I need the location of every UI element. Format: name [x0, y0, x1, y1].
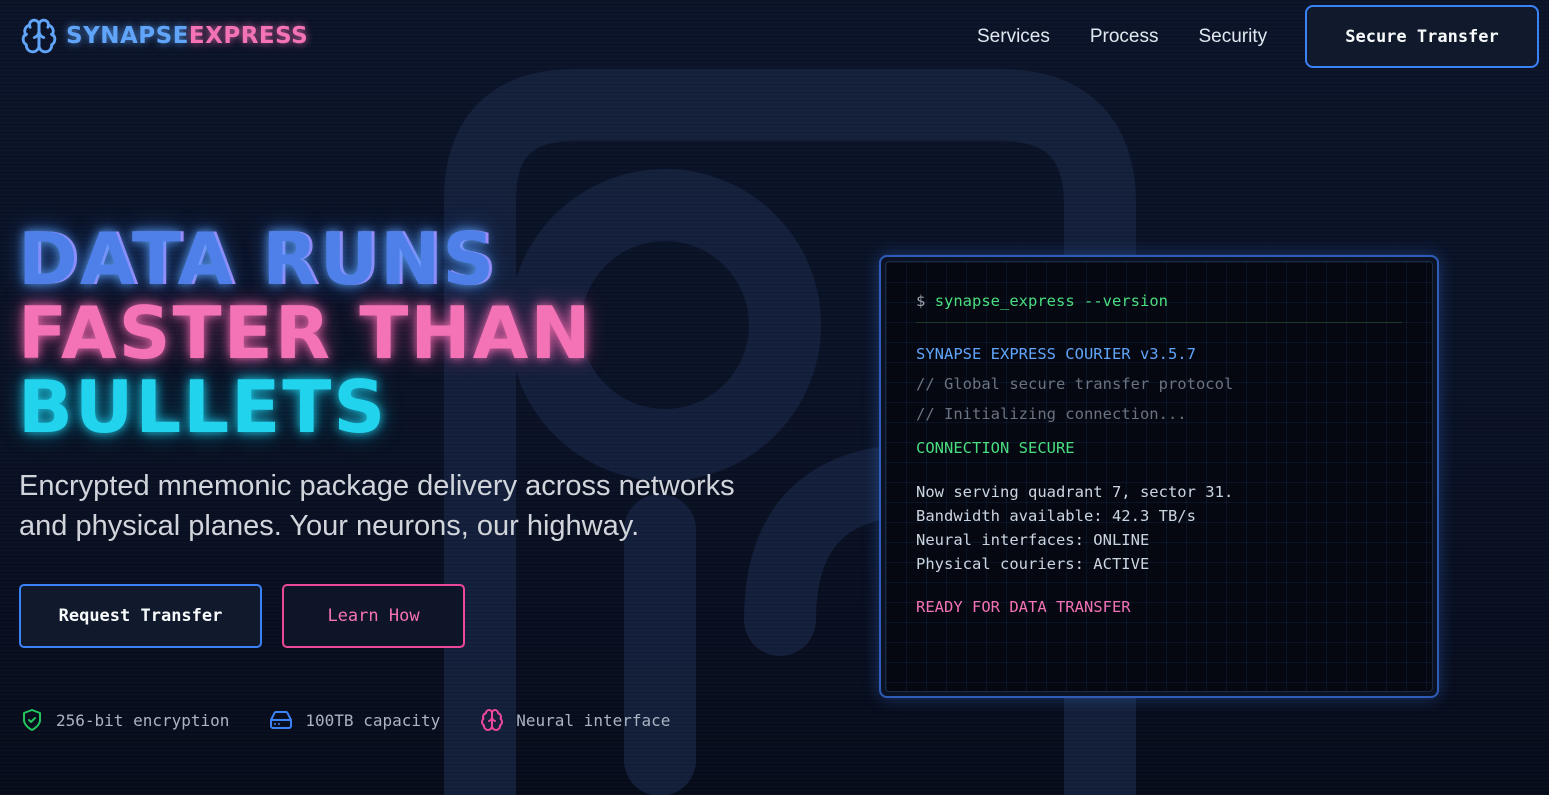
terminal-divider: [916, 322, 1402, 323]
terminal-info-line: Now serving quadrant 7, sector 31.: [916, 483, 1234, 501]
terminal-prompt: $: [916, 292, 926, 310]
brand-logo[interactable]: SYNAPSEEXPRESS: [20, 16, 308, 56]
terminal-comment: // Initializing connection...: [916, 405, 1187, 423]
secure-transfer-button[interactable]: Secure Transfer: [1305, 5, 1539, 68]
feature-label: 100TB capacity: [305, 710, 441, 730]
hero-title-line-1: DATA RUNS: [18, 217, 497, 301]
hero-title-line-3: BULLETS: [18, 365, 388, 449]
terminal-window: $ synapse_express --version SYNAPSE EXPR…: [879, 255, 1439, 698]
hero-subtitle: Encrypted mnemonic package delivery acro…: [19, 470, 735, 542]
feature-label: 256-bit encryption: [56, 710, 230, 730]
nav-link-services[interactable]: Services: [977, 26, 1050, 48]
brand-name-part1: SYNAPSE: [66, 23, 189, 49]
brand-name: SYNAPSEEXPRESS: [66, 23, 308, 49]
feature-list: 256-bit encryption 100TB capacity Neural…: [20, 708, 670, 732]
feature-item-neural: Neural interface: [480, 708, 670, 732]
terminal-info-line: Bandwidth available: 42.3 TB/s: [916, 507, 1196, 525]
terminal-command: synapse_express --version: [934, 292, 1168, 310]
terminal-command-line: $ synapse_express --version: [916, 292, 1402, 310]
hero-title: DATA RUNS FASTER THAN BULLETS: [18, 222, 593, 444]
main-nav: Services Process Security: [977, 26, 1307, 48]
nav-link-process[interactable]: Process: [1090, 26, 1159, 48]
shield-check-icon: [23, 709, 41, 731]
terminal-comment: // Global secure transfer protocol: [916, 375, 1234, 393]
terminal-version: SYNAPSE EXPRESS COURIER v3.5.7: [916, 345, 1196, 363]
brand-name-part2: EXPRESS: [188, 23, 309, 49]
terminal-info-line: Neural interfaces: ONLINE: [916, 531, 1150, 549]
terminal-screen: $ synapse_express --version SYNAPSE EXPR…: [885, 261, 1433, 692]
nav-link-security[interactable]: Security: [1199, 26, 1268, 48]
feature-item-encryption: 256-bit encryption: [20, 708, 229, 732]
top-navigation-bar: SYNAPSEEXPRESS Services Process Security…: [0, 0, 1549, 72]
brain-icon: [481, 709, 504, 731]
feature-item-capacity: 100TB capacity: [269, 708, 440, 732]
hero-title-line-2: FASTER THAN: [18, 291, 593, 375]
terminal-info-line: Physical couriers: ACTIVE: [916, 555, 1150, 573]
terminal-ready-status: READY FOR DATA TRANSFER: [916, 598, 1131, 616]
hard-drive-icon: [270, 711, 293, 729]
feature-label: Neural interface: [516, 710, 671, 730]
brain-icon: [21, 18, 57, 54]
request-transfer-button[interactable]: Request Transfer: [19, 584, 262, 648]
learn-how-button[interactable]: Learn How: [282, 584, 465, 648]
terminal-status: CONNECTION SECURE: [916, 439, 1075, 457]
